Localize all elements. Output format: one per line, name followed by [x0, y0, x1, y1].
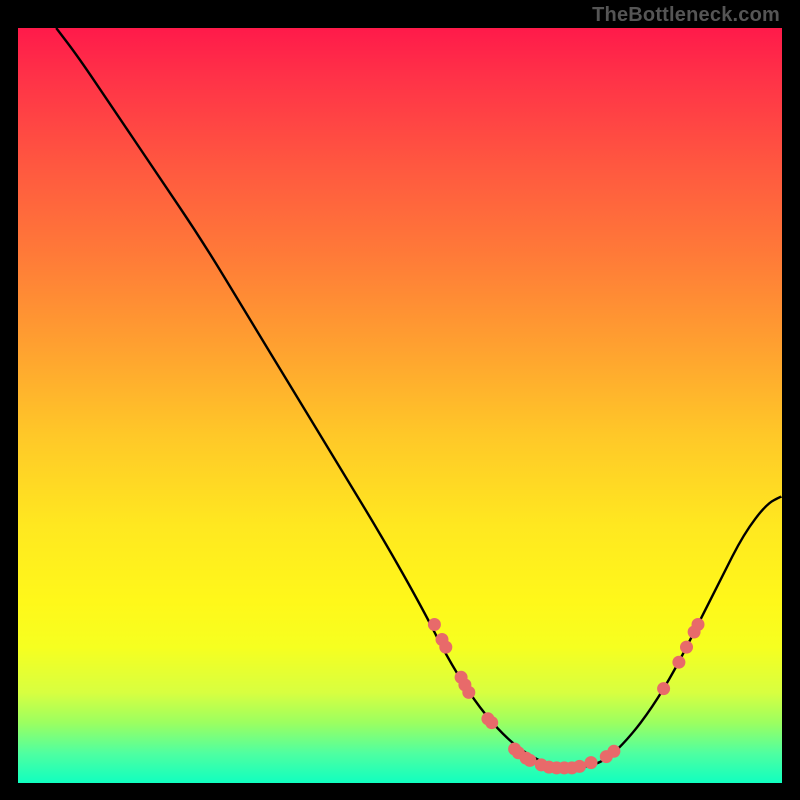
- marker-point: [485, 716, 498, 729]
- marker-point: [692, 618, 705, 631]
- plot-area: [18, 28, 782, 783]
- bottleneck-curve: [56, 28, 782, 768]
- marker-point: [607, 745, 620, 758]
- marker-point: [657, 682, 670, 695]
- marker-point: [585, 756, 598, 769]
- marker-point: [672, 656, 685, 669]
- curve-layer: [18, 28, 782, 783]
- marker-point: [523, 754, 536, 767]
- marker-point: [439, 641, 452, 654]
- marker-point: [573, 760, 586, 773]
- marker-group: [428, 618, 705, 774]
- marker-point: [428, 618, 441, 631]
- attribution-watermark: TheBottleneck.com: [592, 4, 780, 27]
- marker-point: [462, 686, 475, 699]
- marker-point: [680, 641, 693, 654]
- chart-frame: TheBottleneck.com: [0, 0, 800, 800]
